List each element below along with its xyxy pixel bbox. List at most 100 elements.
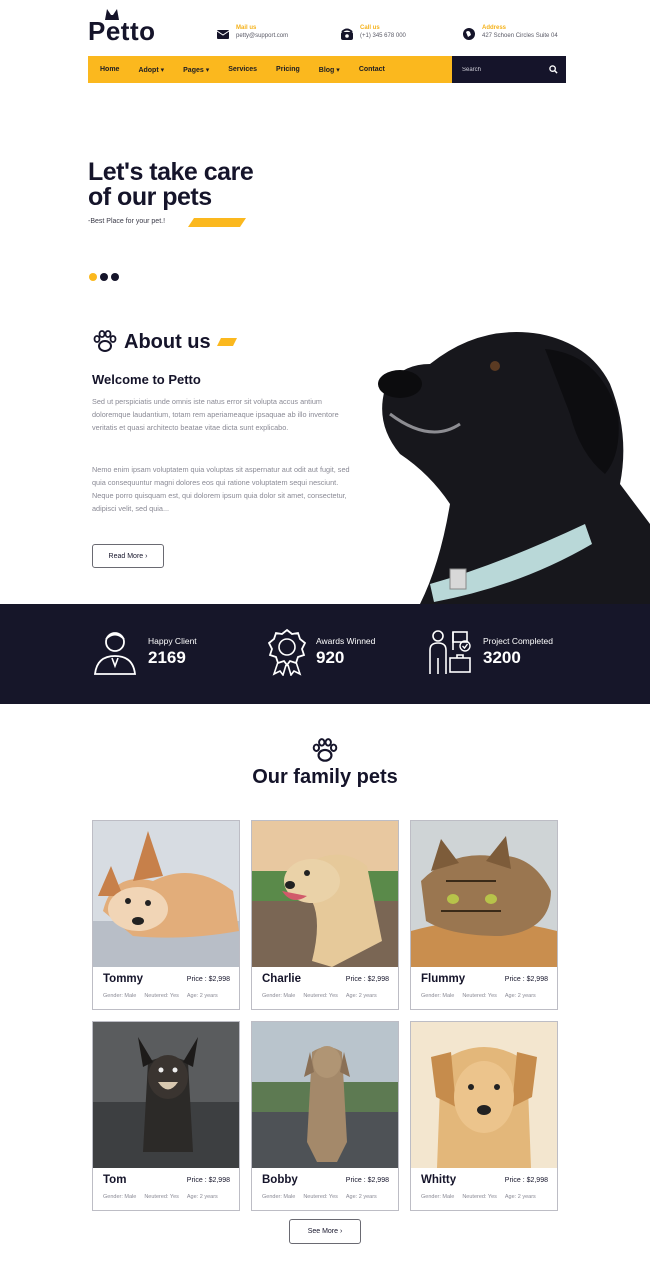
search-icon[interactable] bbox=[549, 65, 558, 74]
nav-item-home[interactable]: Home bbox=[100, 66, 119, 73]
nav-item-pricing[interactable]: Pricing bbox=[276, 66, 300, 73]
pet-name: Charlie bbox=[262, 973, 301, 985]
pet-age: Age: 2 years bbox=[504, 993, 536, 999]
about-paragraph-2: Nemo enim ipsam voluptatem quia voluptas… bbox=[92, 465, 350, 513]
nav-item-adopt[interactable]: Adopt ▾ bbox=[138, 66, 164, 74]
search-input[interactable] bbox=[462, 66, 542, 73]
about-paragraph-1: Sed ut perspiciatis unde omnis iste natu… bbox=[92, 397, 339, 432]
paw-icon bbox=[312, 738, 338, 762]
pets-section-title: Our family pets bbox=[252, 766, 398, 788]
slider-dots bbox=[89, 273, 119, 281]
client-icon bbox=[93, 632, 137, 675]
address-value: 427 Schoen Circles Suite 04 bbox=[482, 33, 558, 39]
location-icon bbox=[463, 28, 475, 40]
pet-age: Age: 2 years bbox=[504, 1194, 536, 1200]
main-nav: Home Adopt ▾ Pages ▾ Services Pricing Bl… bbox=[88, 56, 452, 83]
pet-name: Tommy bbox=[103, 973, 144, 985]
read-more-button[interactable]: Read More › bbox=[92, 544, 164, 568]
contact-phone: Call us (+1) 345 678 000 bbox=[340, 25, 406, 41]
stat-value: 920 bbox=[316, 648, 345, 667]
pet-meta: Gender: Male Neutered: Yes Age: 2 years bbox=[103, 993, 226, 999]
pet-neutered: Neutered: Yes bbox=[462, 993, 497, 999]
about-title: About us bbox=[124, 330, 211, 353]
stat-label: Project Completed bbox=[483, 636, 553, 646]
pet-photo bbox=[252, 821, 398, 967]
pet-neutered: Neutered: Yes bbox=[303, 993, 338, 999]
project-icon bbox=[429, 630, 471, 674]
pet-name: Bobby bbox=[262, 1174, 298, 1186]
pet-price: Price : $2,998 bbox=[186, 976, 230, 983]
pet-photo bbox=[411, 1022, 557, 1168]
pet-meta: Gender: Male Neutered: Yes Age: 2 years bbox=[262, 1194, 385, 1200]
pet-age: Age: 2 years bbox=[345, 993, 377, 999]
nav-blog-label: Blog bbox=[318, 66, 335, 74]
see-more-button[interactable]: See More › bbox=[289, 1219, 361, 1244]
search-box bbox=[452, 56, 566, 83]
nav-adopt-label: Adopt bbox=[138, 66, 159, 74]
logo-text: Petto bbox=[88, 16, 156, 46]
about-heading: About us bbox=[92, 330, 237, 354]
pet-gender: Gender: Male bbox=[421, 993, 455, 999]
pet-price: Price : $2,998 bbox=[504, 976, 548, 983]
pet-photo bbox=[411, 821, 557, 967]
pet-neutered: Neutered: Yes bbox=[462, 1194, 497, 1200]
pet-card[interactable]: Bobby Price : $2,998 Gender: Male Neutere… bbox=[251, 1021, 399, 1211]
pet-card[interactable]: Flummy Price : $2,998 Gender: Male Neuter… bbox=[410, 820, 558, 1010]
pet-card[interactable]: Whitty Price : $2,998 Gender: Male Neuter… bbox=[410, 1021, 558, 1211]
slider-dot-2[interactable] bbox=[100, 273, 108, 281]
address-label: Address bbox=[482, 25, 507, 31]
hero-title-line-1: Let's take care bbox=[88, 158, 254, 186]
pet-card[interactable]: Tom Price : $2,998 Gender: Male Neutered:… bbox=[92, 1021, 240, 1211]
hero-title: Let's take care of our pets bbox=[88, 158, 254, 210]
stat-label: Happy Client bbox=[148, 636, 197, 646]
pet-card[interactable]: Charlie Price : $2,998 Gender: Male Neute… bbox=[251, 820, 399, 1010]
pet-age: Age: 2 years bbox=[345, 1194, 377, 1200]
pet-photo bbox=[93, 821, 239, 967]
nav-pages-label: Pages bbox=[183, 66, 204, 74]
slider-dot-3[interactable] bbox=[111, 273, 119, 281]
stat-value: 2169 bbox=[148, 648, 186, 667]
chevron-down-icon: ▾ bbox=[334, 66, 340, 74]
stat-label: Awards Winned bbox=[316, 636, 376, 646]
slider-dot-1[interactable] bbox=[89, 273, 97, 281]
about-dog-image bbox=[370, 304, 650, 604]
stat-projects: Project Completed 3200 bbox=[425, 628, 553, 676]
pet-meta: Gender: Male Neutered: Yes Age: 2 years bbox=[262, 993, 385, 999]
mail-label: Mail us bbox=[236, 25, 257, 31]
phone-label: Call us bbox=[360, 25, 380, 31]
pet-photo bbox=[252, 1022, 398, 1168]
pet-gender: Gender: Male bbox=[103, 993, 137, 999]
pet-neutered: Neutered: Yes bbox=[303, 1194, 338, 1200]
contact-address: Address 427 Schoen Circles Suite 04 bbox=[462, 25, 558, 41]
pet-price: Price : $2,998 bbox=[186, 1177, 230, 1184]
nav-item-contact[interactable]: Contact bbox=[359, 66, 385, 73]
pet-gender: Gender: Male bbox=[421, 1194, 455, 1200]
pet-neutered: Neutered: Yes bbox=[144, 993, 179, 999]
paw-icon bbox=[93, 330, 117, 352]
stat-happy-client: Happy Client 2169 bbox=[92, 628, 197, 676]
pet-gender: Gender: Male bbox=[262, 993, 296, 999]
site-logo[interactable]: Petto bbox=[88, 16, 156, 47]
pet-card[interactable]: Tommy Price : $2,998 Gender: Male Neutere… bbox=[92, 820, 240, 1010]
pet-photo bbox=[93, 1022, 239, 1168]
pet-price: Price : $2,998 bbox=[345, 976, 389, 983]
mail-value[interactable]: petty@support.com bbox=[236, 32, 288, 41]
pet-age: Age: 2 years bbox=[186, 1194, 218, 1200]
nav-item-blog[interactable]: Blog ▾ bbox=[319, 66, 340, 74]
pet-gender: Gender: Male bbox=[262, 1194, 296, 1200]
pet-name: Flummy bbox=[421, 973, 466, 985]
phone-value[interactable]: (+1) 345 678 000 bbox=[360, 32, 406, 41]
stats-bar: Happy Client 2169 Awards Winned 920 Proj… bbox=[0, 604, 650, 704]
pet-neutered: Neutered: Yes bbox=[144, 1194, 179, 1200]
hero-subtitle: -Best Place for your pet.! bbox=[88, 218, 166, 225]
pet-price: Price : $2,998 bbox=[504, 1177, 548, 1184]
hero-accent-bar bbox=[188, 218, 246, 227]
stat-value: 3200 bbox=[483, 648, 521, 667]
award-icon bbox=[268, 628, 306, 676]
chevron-down-icon: ▾ bbox=[158, 66, 165, 74]
nav-item-services[interactable]: Services bbox=[228, 66, 257, 73]
nav-item-pages[interactable]: Pages ▾ bbox=[183, 66, 209, 74]
pet-age: Age: 2 years bbox=[186, 993, 218, 999]
pet-gender: Gender: Male bbox=[103, 1194, 137, 1200]
welcome-heading: Welcome to Petto bbox=[92, 372, 201, 387]
